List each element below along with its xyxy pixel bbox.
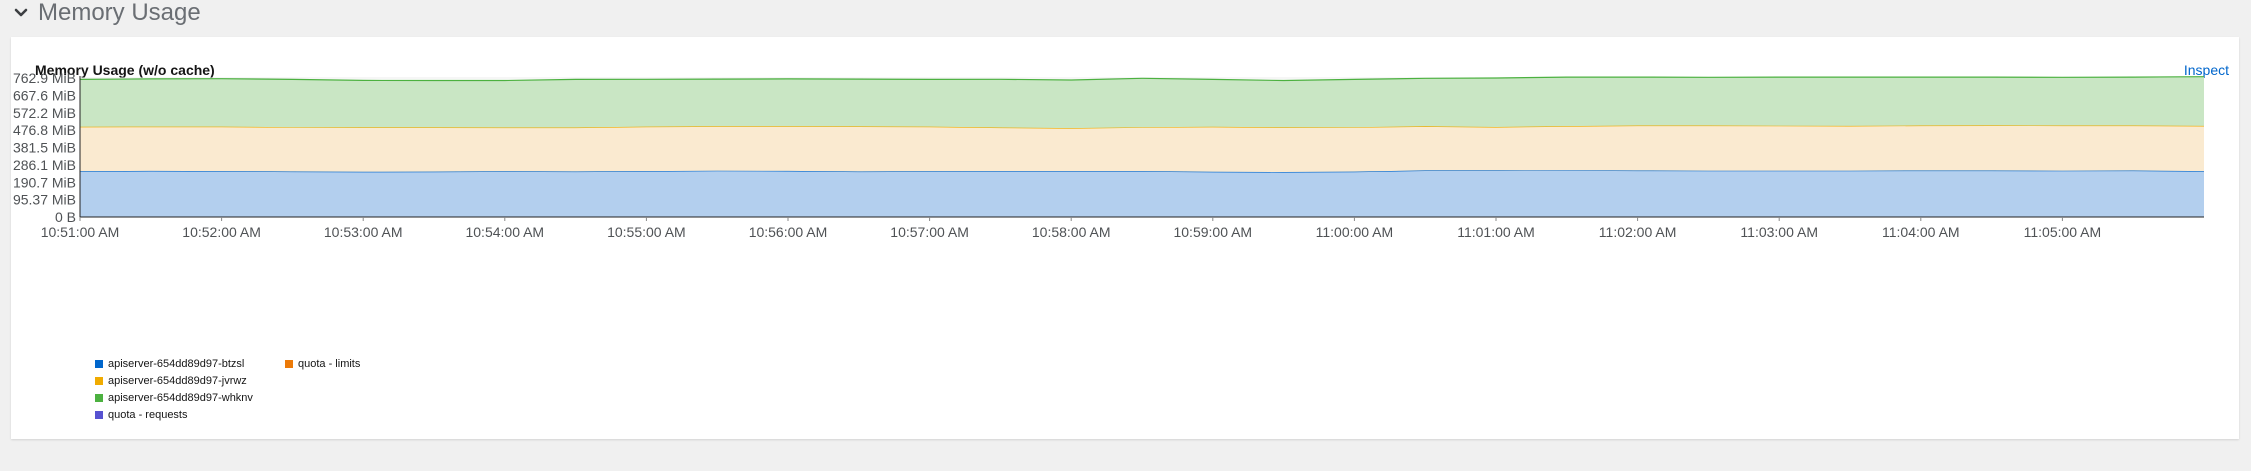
chart-card: Memory Usage (w/o cache) Inspect 0 B 95.3… (11, 37, 2239, 439)
memory-usage-chart: 0 B95.37 MiB 190.7 MiB286.1 MiB381.5 MiB 4… (13, 70, 2205, 240)
x-tick-label: 11:01:00 AM (1457, 224, 1535, 240)
section-title: Memory Usage (38, 0, 201, 26)
legend-swatch (95, 393, 103, 402)
legend-swatch (95, 410, 103, 419)
section-header[interactable]: Memory Usage (14, 0, 201, 26)
y-tick-label: 286.1 MiB (13, 157, 76, 173)
chart-legend: apiserver-654dd89d97-btzsl apiserver-654d… (95, 355, 435, 423)
x-tick-label: 10:55:00 AM (607, 224, 686, 240)
x-tick-label: 11:00:00 AM (1316, 224, 1394, 240)
legend-label: quota - requests (108, 408, 188, 421)
area-apiserver-654dd89d97-jvrwz (80, 125, 2204, 172)
x-tick-label: 10:59:00 AM (1173, 224, 1252, 240)
y-tick-label: 476.8 MiB (13, 122, 76, 138)
legend-swatch (95, 376, 103, 385)
legend-item[interactable]: apiserver-654dd89d97-btzsl (95, 355, 285, 372)
y-tick-label: 381.5 MiB (13, 140, 76, 156)
legend-item[interactable]: quota - requests (95, 406, 285, 423)
area-apiserver-654dd89d97-whknv (80, 76, 2204, 129)
x-tick-label: 10:54:00 AM (465, 224, 544, 240)
x-tick-label: 10:56:00 AM (749, 224, 828, 240)
x-tick-label: 11:03:00 AM (1740, 224, 1818, 240)
x-tick-label: 10:58:00 AM (1032, 224, 1111, 240)
y-tick-label: 95.37 MiB (13, 192, 76, 208)
x-tick-label: 11:04:00 AM (1882, 224, 1960, 240)
legend-item[interactable]: quota - limits (285, 355, 435, 372)
legend-label: apiserver-654dd89d97-whknv (108, 391, 253, 404)
x-tick-label: 11:05:00 AM (2024, 224, 2102, 240)
y-tick-label: 572.2 MiB (13, 105, 76, 121)
legend-item[interactable]: apiserver-654dd89d97-jvrwz (95, 372, 285, 389)
y-tick-label: 190.7 MiB (13, 174, 76, 190)
legend-label: apiserver-654dd89d97-btzsl (108, 357, 245, 370)
x-tick-label: 11:02:00 AM (1599, 224, 1677, 240)
x-tick-label: 10:53:00 AM (324, 224, 403, 240)
y-tick-label: 667.6 MiB (13, 87, 76, 103)
y-tick-label: 762.9 MiB (13, 70, 76, 86)
area-apiserver-654dd89d97-btzsl (80, 170, 2204, 217)
chevron-down-icon[interactable] (14, 6, 28, 20)
y-tick-label: 0 B (55, 209, 76, 225)
x-tick-label: 10:51:00 AM (41, 224, 120, 240)
x-tick-label: 10:52:00 AM (182, 224, 261, 240)
legend-swatch (285, 359, 293, 368)
legend-label: quota - limits (298, 357, 361, 370)
legend-label: apiserver-654dd89d97-jvrwz (108, 374, 247, 387)
x-tick-label: 10:57:00 AM (890, 224, 969, 240)
legend-item[interactable]: apiserver-654dd89d97-whknv (95, 389, 285, 406)
legend-swatch (95, 359, 103, 368)
